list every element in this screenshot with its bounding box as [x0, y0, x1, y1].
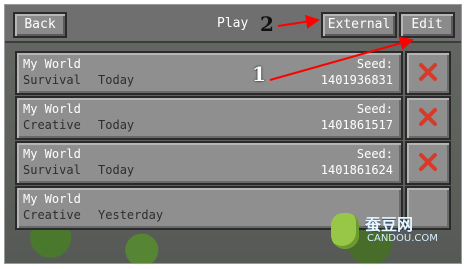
bean-mascot-icon	[331, 213, 359, 249]
world-name: My World	[23, 102, 81, 116]
world-entry-button[interactable]: My World Survival Today Seed: 1401861624	[15, 141, 403, 185]
seed-value: 1401861624	[320, 163, 393, 177]
delete-world-button[interactable]	[405, 51, 451, 95]
world-entry-button[interactable]: My World Creative Today Seed: 1401861517	[15, 96, 403, 140]
world-mode: Survival	[23, 163, 81, 177]
list-item: My World Creative Today Seed: 1401861517	[15, 96, 453, 140]
external-button[interactable]: External	[321, 12, 397, 38]
seed-value: 1401936831	[320, 73, 393, 87]
world-date: Today	[98, 163, 135, 177]
edit-button[interactable]: Edit	[399, 12, 455, 38]
world-name: My World	[23, 147, 81, 161]
world-date: Today	[98, 73, 135, 87]
seed-label: Seed:	[356, 102, 393, 116]
world-name: My World	[23, 57, 81, 71]
top-bar: Back Play External Edit	[5, 5, 461, 43]
world-meta: Survival Today	[23, 73, 134, 87]
seed-value: 1401861517	[320, 118, 393, 132]
annotation-number-2: 2	[260, 12, 274, 36]
delete-world-button[interactable]	[405, 96, 451, 140]
annotation-number-1: 1	[252, 62, 266, 86]
watermark-en: CANDOU.COM	[367, 233, 438, 244]
world-mode: Creative	[23, 118, 81, 132]
list-item: My World Survival Today Seed: 1401936831	[15, 51, 453, 95]
list-item: My World Survival Today Seed: 1401861624	[15, 141, 453, 185]
world-meta: Creative Yesterday	[23, 208, 163, 222]
delete-world-button[interactable]	[405, 141, 451, 185]
world-date: Yesterday	[98, 208, 164, 222]
watermark-cn: 蚕豆网	[365, 215, 414, 234]
tab-play[interactable]: Play	[217, 15, 248, 33]
seed-label: Seed:	[356, 147, 393, 161]
world-name: My World	[23, 192, 81, 206]
world-date: Today	[98, 118, 135, 132]
world-entry-button[interactable]: My World Survival Today Seed: 1401936831	[15, 51, 403, 95]
world-meta: Survival Today	[23, 163, 134, 177]
game-screen: Back Play External Edit My World Surviva…	[4, 4, 462, 264]
world-mode: Creative	[23, 208, 81, 222]
world-mode: Survival	[23, 73, 81, 87]
x-mark-icon	[419, 108, 437, 126]
back-button[interactable]: Back	[13, 12, 67, 38]
x-mark-icon	[419, 153, 437, 171]
x-mark-icon	[419, 63, 437, 81]
watermark-logo: 蚕豆网 CANDOU.COM	[331, 209, 451, 253]
world-meta: Creative Today	[23, 118, 134, 132]
seed-label: Seed:	[356, 57, 393, 71]
